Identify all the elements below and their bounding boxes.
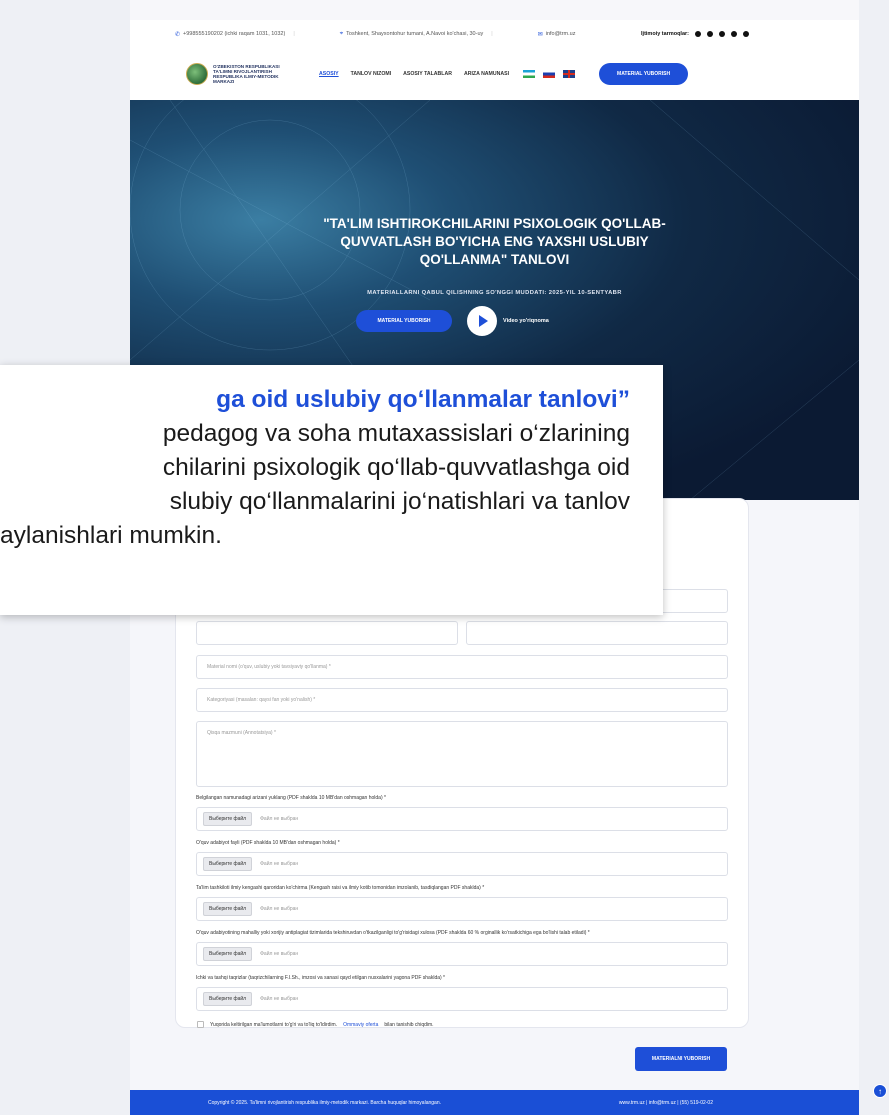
choose-file-button[interactable]: Выберите файл bbox=[203, 812, 253, 826]
topbar-phone[interactable]: ✆ +998555190202 (ichki raqam 1031, 1032) bbox=[175, 31, 285, 38]
hero-title-line: QO'LLANMA" TANLOVI bbox=[419, 252, 570, 267]
choose-file-button[interactable]: Выберите файл bbox=[203, 902, 253, 916]
copyright-text: Copyright © 2025. Ta'limni rivojlantiris… bbox=[208, 1099, 441, 1106]
topbar-address[interactable]: ⌖ Toshkent, Shayxontohur tumani, A.Navoi… bbox=[340, 31, 484, 38]
overlay-line: chilarini psixologik qo‘llab-quvvatlashg… bbox=[162, 454, 630, 481]
file-label-application: Belgilangan namunadagi arizani yuklang (… bbox=[196, 795, 386, 801]
hero-deadline: MATERIALLARNI QABUL QILISHNING SO'NGGI M… bbox=[367, 290, 622, 296]
facebook-icon[interactable] bbox=[707, 31, 713, 37]
file-input-council-decision[interactable]: Выберите файл Файл не выбран bbox=[196, 897, 728, 921]
file-input-literature[interactable]: Выберите файл Файл не выбран bbox=[196, 852, 728, 876]
material-yuborish-hero-button[interactable]: MATERIAL YUBORISH bbox=[356, 310, 452, 332]
overlay-line: aylanishlari mumkin. bbox=[0, 522, 222, 549]
topbar-email[interactable]: ✉ info@trm.uz bbox=[538, 31, 576, 38]
mail-icon: ✉ bbox=[537, 31, 543, 38]
phone-icon: ✆ bbox=[175, 31, 181, 38]
hero-title: "TA'LIM ISHTIROKCHILARINI PSIXOLOGIK QO'… bbox=[130, 215, 859, 269]
hero-title-line: QUVVATLASH BO'YICHA ENG YAXSHI USLUBIY bbox=[340, 234, 649, 249]
flag-ru-icon[interactable] bbox=[543, 70, 556, 78]
no-file-text: Файл не выбран bbox=[260, 906, 299, 912]
choose-file-button[interactable]: Выберите файл bbox=[203, 992, 253, 1006]
file-label-reviews: Ichki va tashqi taqrizlar (taqrizchilarn… bbox=[196, 975, 446, 981]
location-icon: ⌖ bbox=[339, 30, 344, 37]
email-text: info@trm.uz bbox=[545, 31, 576, 37]
file-input-reviews[interactable]: Выберите файл Файл не выбран bbox=[196, 987, 728, 1011]
overlay-line-heading: ga oid uslubiy qo‘llanmalar tanlovi” bbox=[216, 386, 630, 413]
choose-file-button[interactable]: Выберите файл bbox=[203, 857, 253, 871]
phone-text: +998555190202 (ichki raqam 1031, 1032) bbox=[183, 31, 286, 37]
video-guide-link[interactable]: Video yo'riqnoma bbox=[467, 306, 549, 336]
overlay-line: slubiy qo‘llanmalarini jo‘natishlari va … bbox=[169, 488, 630, 515]
file-input-antiplagiat[interactable]: Выберите файл Файл не выбран bbox=[196, 942, 728, 966]
no-file-text: Файл не выбран bbox=[260, 996, 299, 1002]
flag-uz-icon[interactable] bbox=[523, 70, 536, 78]
header: O'ZBEKISTON RESPUBLIKASI TA'LIMNI RIVOJL… bbox=[130, 48, 859, 100]
hero-title-line: "TA'LIM ISHTIROKCHILARINI PSIXOLOGIK QO'… bbox=[323, 216, 666, 231]
summary-textarea[interactable]: Qisqa mazmuni (Annotatsiya) * bbox=[196, 721, 728, 787]
social-links: Ijtimoiy tarmoqlar: bbox=[641, 31, 749, 37]
material-name-input[interactable]: Material nomi (o'quv, uslubiy yoki tavsi… bbox=[196, 655, 728, 679]
logo-text[interactable]: O'ZBEKISTON RESPUBLIKASI TA'LIMNI RIVOJL… bbox=[213, 64, 291, 85]
nav-tanlov-nizomi[interactable]: TANLOV NIZOMI bbox=[351, 71, 392, 77]
footer-contacts[interactable]: www.trm.uz | info@trm.uz | (55) 519-02-0… bbox=[619, 1100, 713, 1106]
video-label: Video yo'riqnoma bbox=[503, 318, 549, 324]
hidden-field-2[interactable] bbox=[196, 621, 458, 645]
nav-asosiy-talablar[interactable]: ASOSIY TALABLAR bbox=[403, 71, 452, 77]
consent-checkbox-row[interactable]: Yuqorida keltirilgan ma'lumotlarni to'g'… bbox=[197, 1021, 434, 1028]
twitter-icon[interactable] bbox=[731, 31, 737, 37]
backdrop-top bbox=[0, 0, 889, 20]
category-input[interactable]: Kategoriyasi (masalan: qaysi fan yoki yo… bbox=[196, 688, 728, 712]
scroll-to-top-icon[interactable]: ↑ bbox=[873, 1084, 887, 1098]
flag-en-icon[interactable] bbox=[563, 70, 576, 78]
consent-checkbox[interactable] bbox=[197, 1021, 204, 1028]
emblem-logo[interactable] bbox=[186, 63, 208, 85]
divider: | bbox=[293, 31, 295, 37]
topbar: ✆ +998555190202 (ichki raqam 1031, 1032)… bbox=[130, 20, 859, 48]
address-text: Toshkent, Shayxontohur tumani, A.Navoi k… bbox=[346, 31, 484, 37]
play-icon[interactable] bbox=[467, 306, 497, 336]
main-nav: ASOSIY TANLOV NIZOMI ASOSIY TALABLAR ARI… bbox=[319, 71, 509, 77]
file-label-council-decision: Ta'lim tashkiloti ilmiy kengashi qarorid… bbox=[196, 885, 485, 891]
consent-tail: bilan tanishib chiqdim. bbox=[384, 1021, 434, 1028]
no-file-text: Файл не выбран bbox=[260, 816, 299, 822]
hidden-field-3[interactable] bbox=[466, 621, 728, 645]
overlay-line: pedagog va soha mutaxassislari o‘zlarini… bbox=[162, 420, 630, 447]
instagram-icon[interactable] bbox=[719, 31, 725, 37]
telegram-icon[interactable] bbox=[695, 31, 701, 37]
overlay-text: ga oid uslubiy qo‘llanmalar tanlovi” ped… bbox=[0, 383, 630, 553]
language-switcher bbox=[523, 70, 576, 78]
caption-overlay: ga oid uslubiy qo‘llanmalar tanlovi” ped… bbox=[0, 365, 663, 615]
no-file-text: Файл не выбран bbox=[260, 951, 299, 957]
public-offer-link[interactable]: Ommaviy oferta bbox=[343, 1022, 378, 1028]
social-label: Ijtimoiy tarmoqlar: bbox=[641, 31, 689, 37]
submit-material-button[interactable]: MATERIALNI YUBORISH bbox=[635, 1047, 727, 1071]
no-file-text: Файл не выбран bbox=[260, 861, 299, 867]
nav-ariza-namunasi[interactable]: ARIZA NAMUNASI bbox=[464, 71, 509, 77]
file-label-antiplagiat: O'quv adabiyotining mahalliy yoki xoriji… bbox=[196, 930, 590, 936]
divider: | bbox=[491, 31, 493, 37]
material-yuborish-header-button[interactable]: MATERIAL YUBORISH bbox=[599, 63, 689, 85]
backdrop-right bbox=[859, 0, 889, 1115]
file-input-application[interactable]: Выберите файл Файл не выбран bbox=[196, 807, 728, 831]
youtube-icon[interactable] bbox=[743, 31, 749, 37]
file-label-literature: O'quv adabiyot fayli (PDF shaklda 10 MB'… bbox=[196, 840, 340, 846]
consent-text: Yuqorida keltirilgan ma'lumotlarni to'g'… bbox=[210, 1021, 338, 1028]
nav-asosiy[interactable]: ASOSIY bbox=[319, 71, 339, 77]
choose-file-button[interactable]: Выберите файл bbox=[203, 947, 253, 961]
footer: Copyright © 2025. Ta'limni rivojlantiris… bbox=[130, 1090, 859, 1115]
